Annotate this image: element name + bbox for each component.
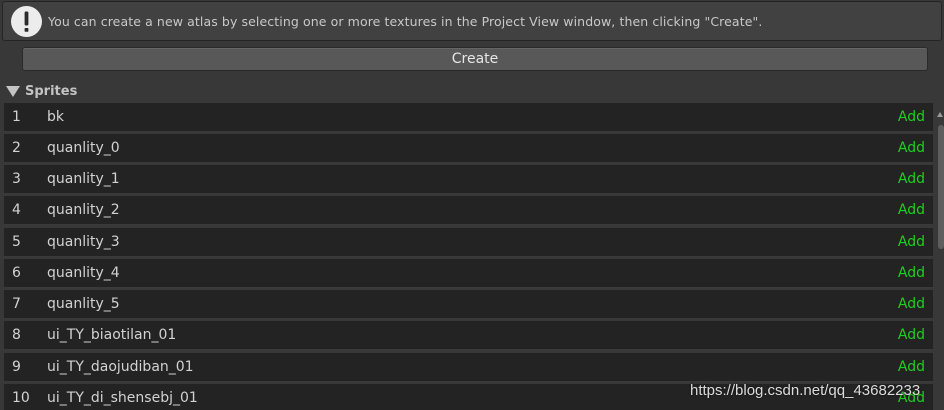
- list-item: 8 ui_TY_biaotilan_01 Add: [4, 321, 933, 350]
- item-name: quanlity_2: [47, 202, 120, 218]
- item-index: 1: [12, 109, 21, 125]
- item-name: bk: [47, 109, 64, 125]
- sprites-foldout[interactable]: Sprites: [6, 82, 77, 100]
- item-index: 7: [12, 296, 21, 312]
- item-name: ui_TY_daojudiban_01: [47, 359, 194, 375]
- list-item: 3 quanlity_1 Add: [4, 165, 933, 194]
- scrollbar-thumb[interactable]: [938, 125, 944, 249]
- item-name: quanlity_0: [47, 140, 120, 156]
- add-button[interactable]: Add: [898, 140, 925, 156]
- list-item: 6 quanlity_4 Add: [4, 259, 933, 288]
- add-button[interactable]: Add: [898, 265, 925, 281]
- list-item: 9 ui_TY_daojudiban_01 Add: [4, 353, 933, 382]
- help-message: You can create a new atlas by selecting …: [48, 14, 763, 29]
- item-index: 3: [12, 171, 21, 187]
- item-name: ui_TY_biaotilan_01: [47, 327, 177, 343]
- item-name: quanlity_3: [47, 234, 120, 250]
- add-button[interactable]: Add: [898, 327, 925, 343]
- item-name: quanlity_4: [47, 265, 120, 281]
- atlas-maker-panel: You can create a new atlas by selecting …: [0, 0, 944, 410]
- list-item: 2 quanlity_0 Add: [4, 134, 933, 163]
- help-box: You can create a new atlas by selecting …: [2, 1, 942, 41]
- item-index: 2: [12, 140, 21, 156]
- item-name: quanlity_1: [47, 171, 120, 187]
- item-name: ui_TY_di_shensebj_01: [47, 390, 198, 406]
- vertical-scrollbar[interactable]: [936, 103, 944, 410]
- add-button[interactable]: Add: [898, 171, 925, 187]
- add-button[interactable]: Add: [898, 234, 925, 250]
- add-button[interactable]: Add: [898, 109, 925, 125]
- item-index: 9: [12, 359, 21, 375]
- watermark: https://blog.csdn.net/qq_43682233: [690, 382, 921, 399]
- item-name: quanlity_5: [47, 296, 120, 312]
- item-index: 4: [12, 202, 21, 218]
- sprites-foldout-label: Sprites: [25, 83, 78, 99]
- create-button[interactable]: Create: [22, 47, 928, 71]
- scroll-up-arrow-icon[interactable]: [937, 112, 943, 117]
- item-index: 8: [12, 327, 21, 343]
- list-item: 5 quanlity_3 Add: [4, 228, 933, 257]
- item-index: 6: [12, 265, 21, 281]
- list-item: 7 quanlity_5 Add: [4, 290, 933, 319]
- list-item: 4 quanlity_2 Add: [4, 196, 933, 225]
- warning-icon: [11, 6, 42, 37]
- add-button[interactable]: Add: [898, 202, 925, 218]
- add-button[interactable]: Add: [898, 296, 925, 312]
- foldout-arrow-icon[interactable]: [6, 86, 20, 97]
- add-button[interactable]: Add: [898, 359, 925, 375]
- list-item: 1 bk Add: [4, 103, 933, 132]
- item-index: 5: [12, 234, 21, 250]
- item-index: 10: [12, 390, 30, 406]
